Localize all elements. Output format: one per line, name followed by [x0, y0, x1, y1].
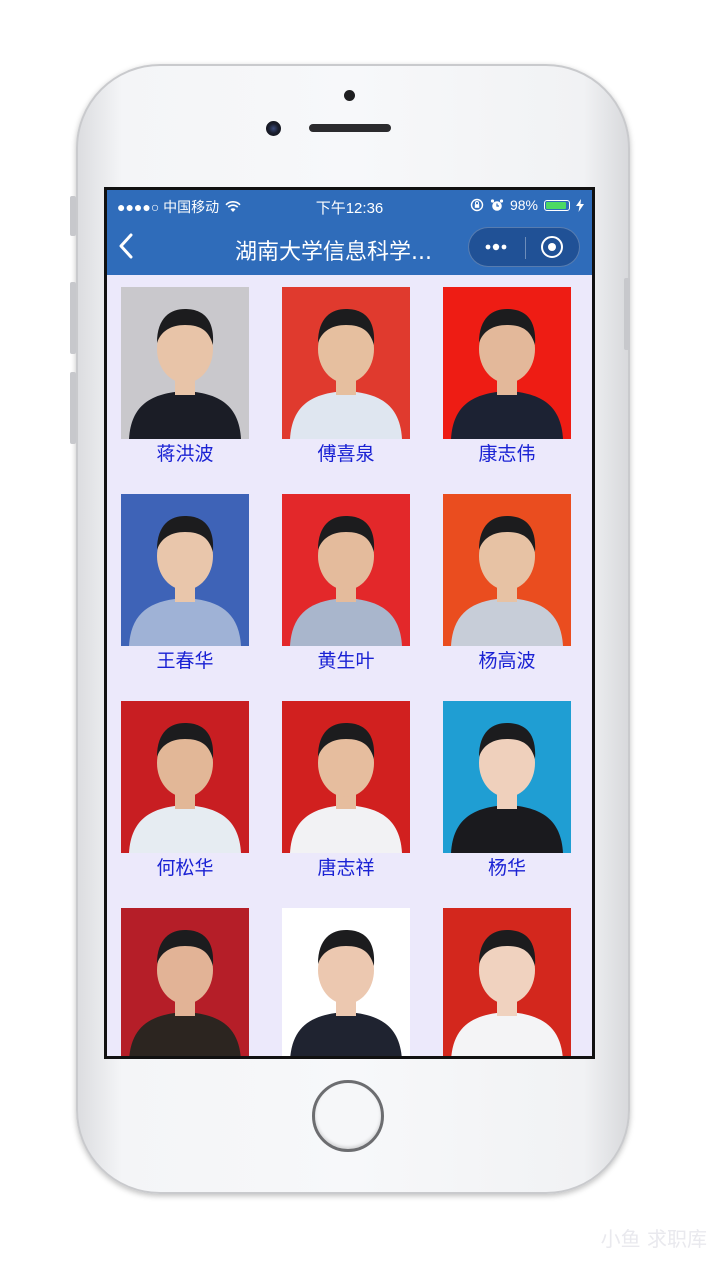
- capsule-divider: [525, 237, 526, 259]
- faculty-card[interactable]: 黄生叶: [282, 494, 410, 678]
- faculty-name[interactable]: 何松华: [121, 856, 249, 880]
- portrait-photo: [121, 701, 249, 853]
- mute-switch: [70, 196, 76, 236]
- more-dots-icon[interactable]: [483, 234, 509, 265]
- faculty-grid: 蒋洪波 傅喜泉 康志伟王春华 黄生叶 杨高波何松华 唐志祥 杨华: [121, 287, 571, 1056]
- navigation-bar: 湖南大学信息科学...: [107, 220, 592, 275]
- portrait-photo: [443, 494, 571, 646]
- status-right-group: 98%: [470, 197, 584, 213]
- faculty-card[interactable]: 杨高波: [443, 494, 571, 678]
- miniprogram-capsule: [468, 227, 580, 267]
- faculty-card[interactable]: 杨华: [443, 701, 571, 885]
- earpiece-speaker: [309, 124, 391, 132]
- faculty-name[interactable]: 杨高波: [443, 649, 571, 673]
- page-title: 湖南大学信息科学...: [235, 240, 432, 265]
- portrait-photo: [282, 494, 410, 646]
- faculty-card[interactable]: 王春华: [121, 494, 249, 678]
- faculty-card[interactable]: 傅喜泉: [282, 287, 410, 471]
- portrait-photo: [443, 908, 571, 1056]
- faculty-name[interactable]: 唐志祥: [282, 856, 410, 880]
- charging-bolt-icon: [576, 198, 584, 212]
- portrait-photo: [282, 908, 410, 1056]
- faculty-card[interactable]: 蒋洪波: [121, 287, 249, 471]
- battery-icon: [544, 199, 570, 211]
- portrait-photo: [443, 287, 571, 439]
- proximity-sensor: [344, 90, 355, 101]
- faculty-card[interactable]: [121, 908, 249, 1056]
- portrait-photo: [282, 287, 410, 439]
- alarm-icon: [490, 199, 504, 211]
- portrait-photo: [443, 701, 571, 853]
- watermark: 小鱼 求职库: [600, 1227, 707, 1251]
- faculty-card[interactable]: [282, 908, 410, 1056]
- faculty-name[interactable]: 王春华: [121, 649, 249, 673]
- volume-up-button: [70, 282, 76, 354]
- power-button: [624, 278, 630, 350]
- faculty-name[interactable]: 杨华: [443, 856, 571, 880]
- rotation-lock-icon: [470, 198, 484, 212]
- faculty-name[interactable]: 黄生叶: [282, 649, 410, 673]
- faculty-list: 蒋洪波 傅喜泉 康志伟王春华 黄生叶 杨高波何松华 唐志祥 杨华: [107, 275, 592, 1056]
- status-bar: ●●●●○ 中国移动 下午12:36 98%: [107, 190, 592, 220]
- home-button[interactable]: [312, 1080, 384, 1152]
- faculty-name[interactable]: 傅喜泉: [282, 442, 410, 466]
- phone-screen: ●●●●○ 中国移动 下午12:36 98% 湖南大学信息科学... 蒋洪波 傅…: [104, 187, 595, 1059]
- portrait-photo: [121, 908, 249, 1056]
- battery-percent: 98%: [509, 197, 538, 213]
- portrait-photo: [121, 287, 249, 439]
- faculty-name[interactable]: 蒋洪波: [121, 442, 249, 466]
- portrait-photo: [282, 701, 410, 853]
- volume-down-button: [70, 372, 76, 444]
- faculty-card[interactable]: 唐志祥: [282, 701, 410, 885]
- chevron-left-icon: [119, 233, 133, 259]
- faculty-card[interactable]: 康志伟: [443, 287, 571, 471]
- target-circle-icon[interactable]: [541, 236, 563, 258]
- faculty-card[interactable]: [443, 908, 571, 1056]
- faculty-card[interactable]: 何松华: [121, 701, 249, 885]
- front-camera: [266, 121, 281, 136]
- back-button[interactable]: [117, 232, 147, 262]
- portrait-photo: [121, 494, 249, 646]
- faculty-name[interactable]: 康志伟: [443, 442, 571, 466]
